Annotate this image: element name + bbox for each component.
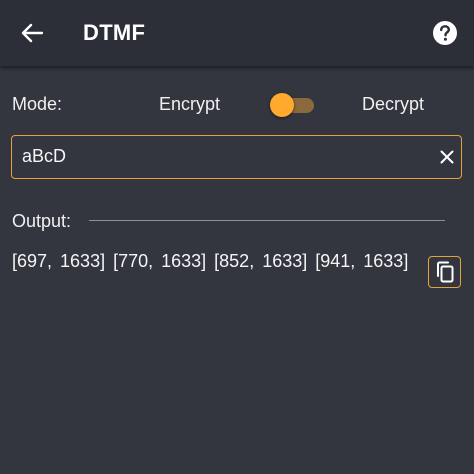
- output-label: Output:: [12, 211, 72, 231]
- help-circle-icon: [433, 21, 457, 45]
- mode-label: Mode:: [12, 94, 63, 114]
- copy-icon: [436, 261, 453, 283]
- help-button[interactable]: [432, 20, 458, 46]
- copy-button[interactable]: [428, 256, 461, 288]
- mode-toggle-switch[interactable]: [270, 92, 314, 118]
- encrypt-option-label[interactable]: Encrypt: [159, 94, 220, 115]
- clear-button[interactable]: [436, 146, 458, 168]
- back-button[interactable]: [14, 17, 50, 49]
- arrow-back-icon: [21, 23, 43, 43]
- decrypt-option-label[interactable]: Decrypt: [362, 94, 424, 115]
- toggle-thumb[interactable]: [270, 93, 294, 117]
- output-text: [697, 1633] [770, 1633] [852, 1633] [941…: [12, 251, 409, 271]
- close-icon: [440, 150, 454, 164]
- page-title: DTMF: [83, 20, 146, 45]
- app-bar: DTMF: [0, 0, 474, 66]
- message-input[interactable]: [22, 136, 422, 177]
- output-divider: [89, 220, 445, 221]
- text-input-container: [11, 135, 462, 179]
